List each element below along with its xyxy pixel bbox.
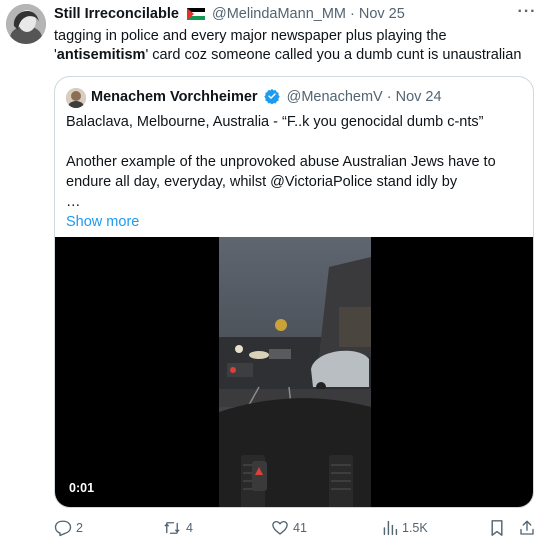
tweet-text-after: ' card coz someone called you a dumb cun…: [145, 47, 522, 63]
quote-ellipsis: …: [66, 194, 81, 210]
views-count: 1.5K: [402, 521, 428, 535]
reply-button[interactable]: 2: [54, 519, 83, 537]
more-icon[interactable]: ···: [517, 4, 537, 22]
quote-display-name[interactable]: Menachem Vorchheimer: [91, 89, 258, 105]
display-name[interactable]: Still Irreconcilable: [54, 6, 179, 22]
video-timestamp: 0:01: [69, 481, 95, 495]
quoted-tweet[interactable]: Menachem Vorchheimer @MenachemV · Nov 24…: [54, 76, 534, 508]
repost-icon: [162, 519, 182, 537]
quote-header: Menachem Vorchheimer @MenachemV · Nov 24: [91, 88, 442, 108]
quote-line-2: Another example of the unprovoked abuse …: [66, 154, 496, 190]
repost-button[interactable]: 4: [162, 519, 193, 537]
quote-text: Balaclava, Melbourne, Australia - “F..k …: [66, 112, 526, 232]
video-player[interactable]: 0:01: [55, 237, 533, 507]
tweet-text: tagging in police and every major newspa…: [54, 27, 534, 65]
action-bar: 2 4 41 1.5K: [0, 519, 546, 539]
reply-count: 2: [76, 521, 83, 535]
repost-count: 4: [186, 521, 193, 535]
avatar[interactable]: [6, 4, 46, 44]
share-button[interactable]: [518, 519, 536, 537]
views-button[interactable]: 1.5K: [382, 519, 428, 537]
video-frame: [219, 237, 371, 507]
reply-icon: [54, 519, 72, 537]
like-icon: [271, 519, 289, 537]
like-count: 41: [293, 521, 307, 535]
verified-icon: [263, 88, 280, 108]
handle-date[interactable]: @MelindaMann_MM · Nov 25: [212, 6, 405, 22]
tweet-text-bold: antisemitism: [56, 47, 146, 63]
tweet-header: Still Irreconcilable @MelindaMann_MM · N…: [54, 6, 405, 24]
flag-icon: [186, 8, 205, 24]
quote-avatar[interactable]: [66, 88, 86, 108]
bookmark-icon: [489, 519, 505, 537]
views-icon: [382, 519, 398, 537]
quote-handle-date[interactable]: @MenachemV · Nov 24: [287, 89, 442, 105]
share-icon: [518, 519, 536, 537]
bookmark-button[interactable]: [489, 519, 505, 537]
quote-line-1: Balaclava, Melbourne, Australia - “F..k …: [66, 114, 484, 130]
like-button[interactable]: 41: [271, 519, 307, 537]
show-more-link[interactable]: Show more: [66, 212, 526, 232]
